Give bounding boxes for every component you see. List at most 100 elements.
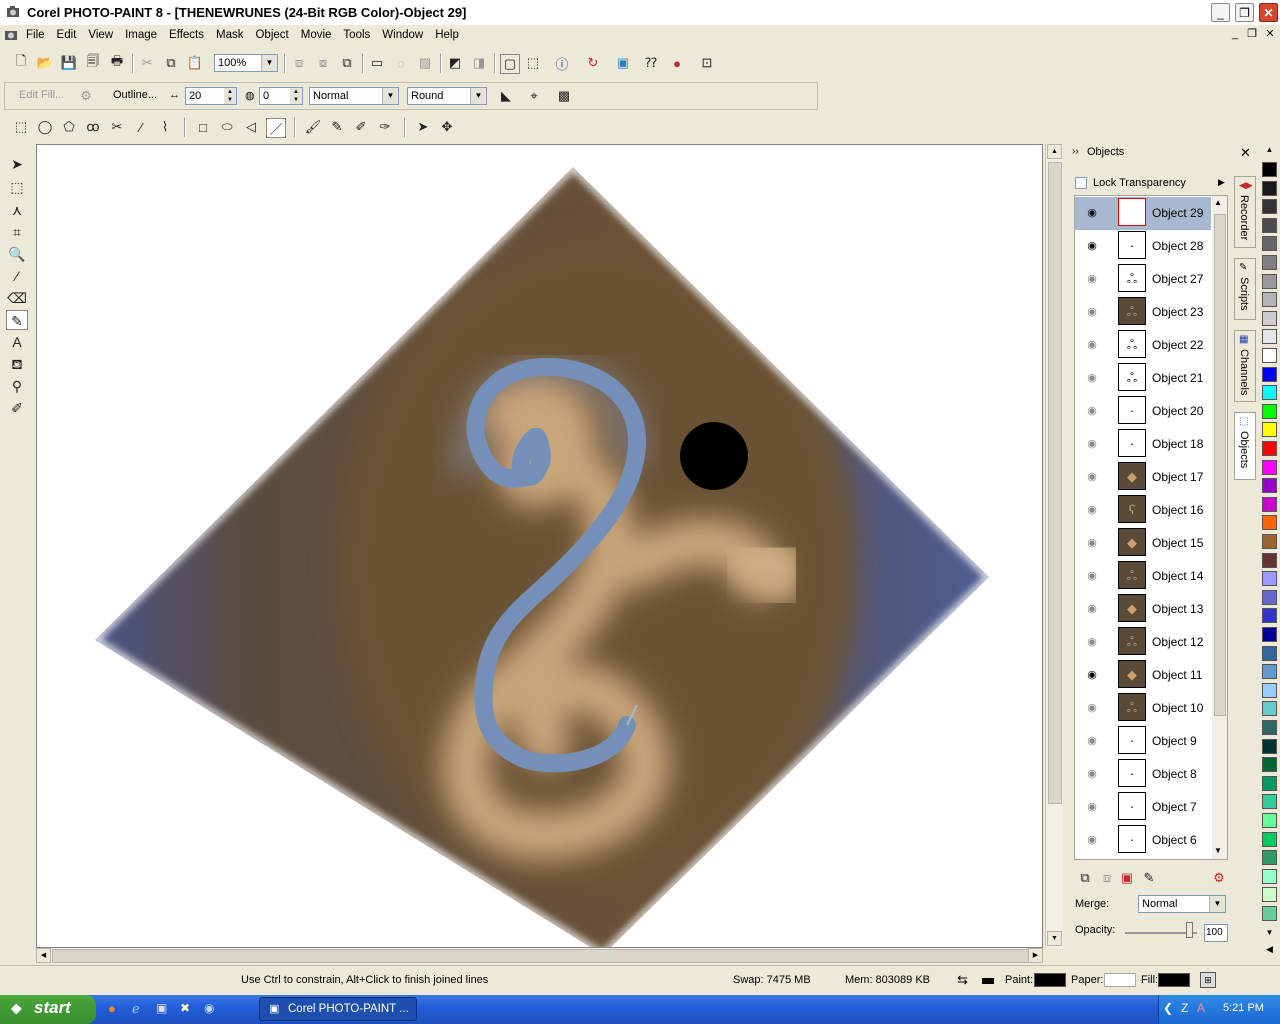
mask-marquee-icon[interactable]: ⬚ [524, 54, 542, 72]
globe-icon[interactable]: ◉ [204, 1001, 214, 1015]
palette-swatch[interactable] [1262, 850, 1277, 866]
menu-image[interactable]: Image [119, 25, 163, 45]
firefox-icon[interactable]: ● [108, 1001, 116, 1016]
shape-tool-icon[interactable]: ⚲ [6, 376, 28, 396]
palette-swatch[interactable] [1262, 887, 1277, 903]
palette-swatch[interactable] [1262, 664, 1277, 680]
object-row[interactable]: ◉ · Object 18 [1075, 428, 1211, 461]
visibility-eye-icon[interactable]: ◉ [1085, 834, 1099, 846]
palette-swatch[interactable] [1262, 255, 1277, 270]
opacity-slider-handle[interactable] [1186, 922, 1193, 938]
object-row[interactable]: ◉ ஃ Object 21 [1075, 362, 1211, 395]
taskbar-corel-button[interactable]: ▣ Corel PHOTO-PAINT ... [259, 997, 417, 1021]
menu-view[interactable]: View [82, 25, 119, 45]
palette-swatch[interactable] [1262, 273, 1277, 289]
gallery-icon[interactable]: ▣ [614, 54, 632, 72]
palette-swatch[interactable] [1262, 682, 1277, 698]
fill-icon[interactable]: ⚙ [77, 87, 95, 105]
text-tool-icon[interactable]: A [6, 332, 28, 352]
scissors-mask-icon[interactable]: ✂ [108, 118, 126, 136]
palette-swatch[interactable] [1262, 441, 1277, 456]
crop-tool-icon[interactable]: ⌗ [6, 222, 28, 242]
object-row[interactable]: ◉ ஃ Object 10 [1075, 692, 1211, 725]
lock-transparency-checkbox[interactable] [1075, 177, 1087, 189]
palette-swatch[interactable] [1262, 831, 1277, 847]
visibility-eye-icon[interactable]: ◉ [1085, 801, 1099, 813]
apple-icon[interactable]: ● [668, 54, 686, 72]
palette-swatch[interactable] [1262, 385, 1277, 401]
paint-swap-icon[interactable]: ⇆ [957, 972, 968, 988]
visibility-eye-icon[interactable]: ◉ [1085, 603, 1099, 615]
scroll-thumb[interactable] [1048, 162, 1062, 804]
width-field[interactable]: 20 ▲ ▼ [185, 87, 237, 105]
brush-icon[interactable]: 🖌 [304, 118, 322, 136]
document-icon[interactable] [4, 28, 18, 42]
paste-icon[interactable]: 📋 [186, 54, 204, 72]
outline-button[interactable]: Outline... [113, 89, 157, 101]
close-button[interactable]: ✕ [1259, 3, 1278, 22]
object-row[interactable]: ◉ ஃ Object 14 [1075, 560, 1211, 593]
visibility-eye-icon[interactable]: ◉ [1085, 273, 1099, 285]
menu-window[interactable]: Window [376, 25, 429, 45]
joint-select[interactable]: Round ▼ [407, 87, 487, 105]
palette-swatch[interactable] [1262, 422, 1277, 438]
menu-mask[interactable]: Mask [210, 25, 249, 45]
palette-swatch[interactable] [1262, 645, 1277, 661]
info-icon[interactable]: ⓘ [553, 54, 571, 72]
palette-swatch[interactable] [1262, 515, 1277, 531]
palette-swatch[interactable] [1262, 571, 1277, 587]
object-row[interactable]: ◉ · Object 20 [1075, 395, 1211, 428]
ellipse-tool-icon[interactable]: ⬭ [218, 118, 236, 136]
mdi-close-button[interactable]: ✕ [1263, 28, 1277, 41]
tray-expand-icon[interactable]: ❮ [1163, 1001, 1173, 1015]
palette-swatch[interactable] [1262, 775, 1277, 791]
save-icon[interactable]: 💾 [60, 54, 78, 72]
restore-button[interactable]: ❐ [1235, 3, 1254, 22]
whats-this-icon[interactable]: ⁇ [642, 54, 660, 72]
palette-swatch[interactable] [1262, 348, 1277, 363]
object-row[interactable]: ◉ ஃ Object 12 [1075, 626, 1211, 659]
visibility-eye-icon[interactable]: ◉ [1085, 207, 1099, 219]
palette-swatch[interactable] [1262, 757, 1277, 773]
new-object-icon[interactable]: ⧉ [1076, 869, 1094, 887]
merge-select[interactable]: Normal ▼ [1138, 895, 1226, 913]
mask-tool-icon[interactable]: ⬚ [6, 177, 28, 197]
menu-help[interactable]: Help [429, 25, 465, 45]
vertical-scrollbar[interactable]: ▲ ▼ [1045, 144, 1063, 948]
object-row[interactable]: ◉ Object 29 [1075, 197, 1211, 230]
visibility-eye-icon[interactable]: ◉ [1085, 636, 1099, 648]
cut-icon[interactable]: ✂ [138, 54, 156, 72]
zonealarm-icon[interactable]: Z [1181, 1001, 1188, 1015]
object-row[interactable]: ◉ · Object 9 [1075, 725, 1211, 758]
horizontal-scrollbar[interactable]: ◀ ▶ [36, 948, 1043, 963]
palette-swatch[interactable] [1262, 329, 1277, 345]
palette-swatch[interactable] [1262, 627, 1277, 642]
visibility-eye-icon[interactable]: ◉ [1085, 768, 1099, 780]
tab-scripts[interactable]: ✎ Scripts [1234, 258, 1256, 320]
visibility-eye-icon[interactable]: ◉ [1085, 669, 1099, 681]
palette-swatch[interactable] [1262, 459, 1277, 475]
settings-icon[interactable]: ⚙ [1210, 869, 1228, 887]
image-canvas[interactable] [36, 144, 1043, 948]
visibility-eye-icon[interactable]: ◉ [1085, 735, 1099, 747]
palette-swatch[interactable] [1262, 534, 1277, 549]
show-overlay-icon[interactable]: ◨ [470, 54, 488, 72]
rect-mask-icon[interactable]: ⬚ [12, 118, 30, 136]
palette-swatch[interactable] [1262, 813, 1277, 828]
eyedropper-icon[interactable]: ⁄ [6, 266, 28, 286]
scroll-down-icon[interactable]: ▼ [1047, 931, 1062, 946]
palette-swatch[interactable] [1262, 720, 1277, 735]
menu-tools[interactable]: Tools [337, 25, 376, 45]
adobe-icon[interactable]: A [1197, 1001, 1205, 1015]
open-icon[interactable]: 📂 [36, 54, 54, 72]
menu-effects[interactable]: Effects [163, 25, 210, 45]
visibility-eye-icon[interactable]: ◉ [1085, 240, 1099, 252]
scroll-right-icon[interactable]: ▶ [1028, 948, 1043, 963]
scroll-up-icon[interactable]: ▲ [1047, 144, 1062, 159]
palette-swatch[interactable] [1262, 292, 1277, 308]
status-options-icon[interactable]: ⊞ [1200, 972, 1216, 988]
scroll-thumb[interactable] [52, 949, 1029, 963]
pick-tool-icon[interactable]: ➤ [6, 154, 28, 174]
flyout-arrow-icon[interactable]: ▶ [1218, 177, 1225, 188]
palette-swatch[interactable] [1262, 236, 1277, 252]
